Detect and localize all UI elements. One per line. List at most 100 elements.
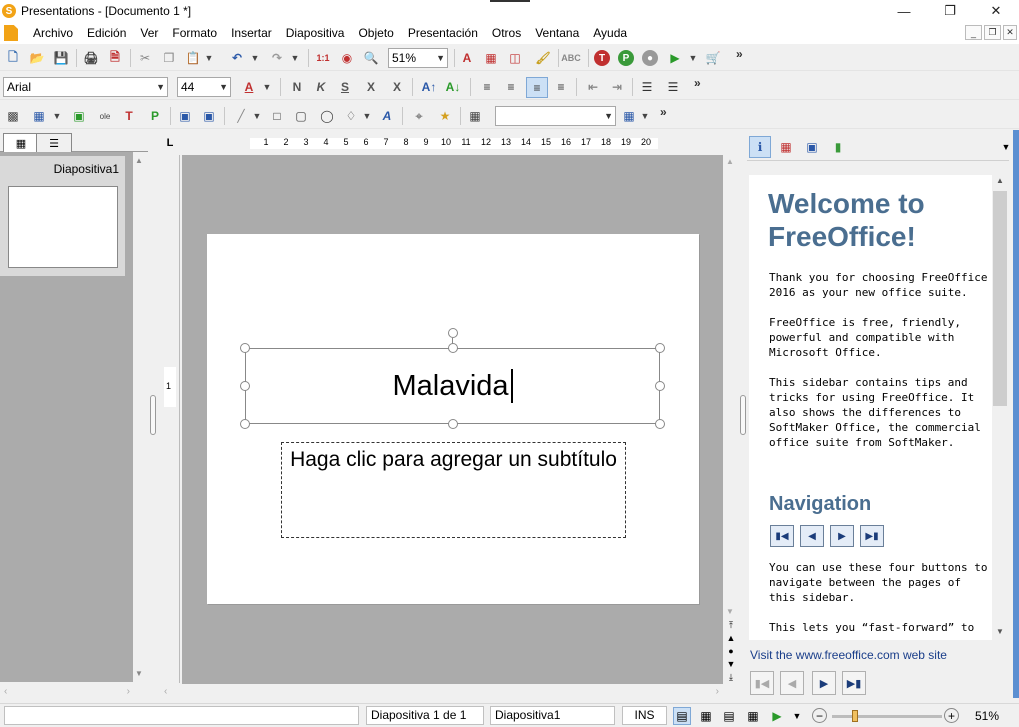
bullets-icon[interactable]: ☰ [638,78,656,96]
picture-icon[interactable]: ▣ [70,107,88,125]
italic-icon[interactable]: K [312,78,330,96]
planmaker-icon[interactable]: P [618,50,634,66]
vertical-ruler[interactable]: 1 [160,155,180,683]
style-select[interactable]: ▼ [495,106,616,126]
title-placeholder[interactable]: Malavida [245,348,660,424]
spellcheck-icon[interactable]: ABC [561,49,581,67]
slide-thumbnail[interactable] [8,186,118,268]
previous-slide-icon[interactable]: ▲ [723,633,739,646]
paste-icon[interactable]: 📋 [184,49,202,67]
slide-sorter-icon[interactable]: ▦ [697,707,715,725]
autoshape-icon[interactable]: ♢ [342,107,360,125]
zoom-slider[interactable] [832,715,942,718]
ole-object-icon[interactable]: ole [96,107,114,125]
print-icon[interactable]: 🖨 [82,49,100,67]
slide-gallery-icon[interactable]: ● [723,646,739,659]
close-button[interactable]: ✕ [973,0,1019,22]
zoom-out-icon[interactable]: − [812,708,827,723]
bold-icon[interactable]: N [288,78,306,96]
zoom-slider-knob[interactable] [852,710,858,722]
redo-icon[interactable]: ↷ [268,49,286,67]
align-right-icon[interactable]: ≡ [502,78,520,96]
strikethrough-icon[interactable]: X [362,78,380,96]
resize-handle-e[interactable] [655,381,665,391]
sidebar-scroll-thumb[interactable] [993,191,1007,406]
slide-layout-icon[interactable]: ▩ [4,107,22,125]
sidebar-splitter[interactable] [739,130,747,686]
panel-splitter-handle[interactable] [150,395,156,435]
decrease-indent-icon[interactable]: ⇤ [584,78,602,96]
crop-icon[interactable]: ⌖ [410,107,428,125]
menu-ventana[interactable]: Ventana [528,22,586,44]
grid-icon[interactable]: ▦ [620,107,638,125]
undo-dropdown-icon[interactable]: ▼ [250,49,260,67]
menu-insertar[interactable]: Insertar [224,22,279,44]
insert-table-icon[interactable]: ▦ [482,49,500,67]
pdf-export-icon[interactable]: 🗎 [106,49,124,67]
resize-handle-se[interactable] [655,419,665,429]
notes-view-icon[interactable]: ▤ [720,707,738,725]
more-chevron-icon[interactable]: » [736,47,743,61]
planmaker-object-icon[interactable]: P [146,107,164,125]
text-frame-icon[interactable]: A [458,49,476,67]
last-slide-icon[interactable]: ⤓ [723,672,739,685]
menu-diapositiva[interactable]: Diapositiva [279,22,352,44]
normal-view-icon[interactable]: ▤ [673,707,691,725]
table-dropdown-icon[interactable]: ▼ [52,107,62,125]
ungroup-icon[interactable]: ▣ [200,107,218,125]
object-properties-icon[interactable]: ▦ [466,107,484,125]
zoom-in-icon[interactable]: + [944,708,959,723]
info-tab-icon[interactable]: ℹ [749,136,771,158]
group-icon[interactable]: ▣ [176,107,194,125]
line-dropdown-icon[interactable]: ▼ [252,107,262,125]
presentations-icon[interactable]: ● [642,50,658,66]
cart-icon[interactable]: 🛒 [704,49,722,67]
cut-icon[interactable]: ✂ [136,49,154,67]
menu-ayuda[interactable]: Ayuda [586,22,634,44]
font-size-select[interactable]: 44 ▼ [177,77,231,97]
slide-title[interactable]: Malavida [392,370,508,403]
table-icon[interactable]: ▦ [30,107,48,125]
start-slideshow-icon[interactable]: ▶ [666,49,684,67]
menu-presentacion[interactable]: Presentación [401,22,485,44]
font-color-dropdown-icon[interactable]: ▼ [262,78,272,96]
textmaker-object-icon[interactable]: T [120,107,138,125]
insert-chart-icon[interactable]: ◫ [506,49,524,67]
line-icon[interactable]: ╱ [232,107,250,125]
undo-icon[interactable]: ↶ [228,49,246,67]
doc-minimize-button[interactable]: _ [965,25,982,40]
menu-ver[interactable]: Ver [133,22,165,44]
zoom-icon[interactable]: 🔍 [362,49,380,67]
rectangle-icon[interactable]: □ [268,107,286,125]
freeoffice-website-link[interactable]: Visit the www.freeoffice.com web site [750,648,947,662]
resize-handle-n[interactable] [448,343,458,353]
first-slide-icon[interactable]: ⤒ [723,620,739,633]
format-painter-icon[interactable]: 🖌 [534,49,552,67]
actual-size-icon[interactable]: 1:1 [314,49,332,67]
more-objects-chevron-icon[interactable]: » [660,105,667,119]
slide-thumbnail-item[interactable]: Diapositiva1 [0,156,125,276]
master-view-icon[interactable]: ▦ [744,707,762,725]
align-left-icon[interactable]: ≡ [478,78,496,96]
slideshow-dropdown-icon[interactable]: ▼ [688,49,698,67]
ellipse-icon[interactable]: ◯ [318,107,336,125]
play-slideshow-icon[interactable]: ▶ [768,707,786,725]
outline-tab-icon[interactable]: ☰ [36,133,72,152]
subtitle-placeholder[interactable]: Haga clic para agregar un subtítulo [281,442,626,538]
menu-otros[interactable]: Otros [485,22,528,44]
doc-close-button[interactable]: ✕ [1003,25,1017,40]
maximize-button[interactable]: ❐ [927,0,973,22]
grid-dropdown-icon[interactable]: ▼ [640,107,650,125]
font-select[interactable]: Arial ▼ [3,77,168,97]
sidebar-vscroll[interactable]: ▲ ▼ [992,175,1008,640]
new-icon[interactable]: 🗋 [4,49,22,67]
copy-icon[interactable]: ❐ [160,49,178,67]
font-color-icon[interactable]: A [240,78,258,96]
sidebar-page-first-button[interactable]: ▮◀ [750,671,774,695]
paste-dropdown-icon[interactable]: ▼ [204,49,214,67]
chart-tab-icon[interactable]: ▮ [827,136,849,158]
underline-icon[interactable]: S [336,78,354,96]
menu-formato[interactable]: Formato [165,22,224,44]
sidebar-page-last-button[interactable]: ▶▮ [842,671,866,695]
horizontal-ruler[interactable]: 1 2 3 4 5 6 7 8 9 10 11 12 13 14 15 16 17 18 19 20 [184,133,722,153]
